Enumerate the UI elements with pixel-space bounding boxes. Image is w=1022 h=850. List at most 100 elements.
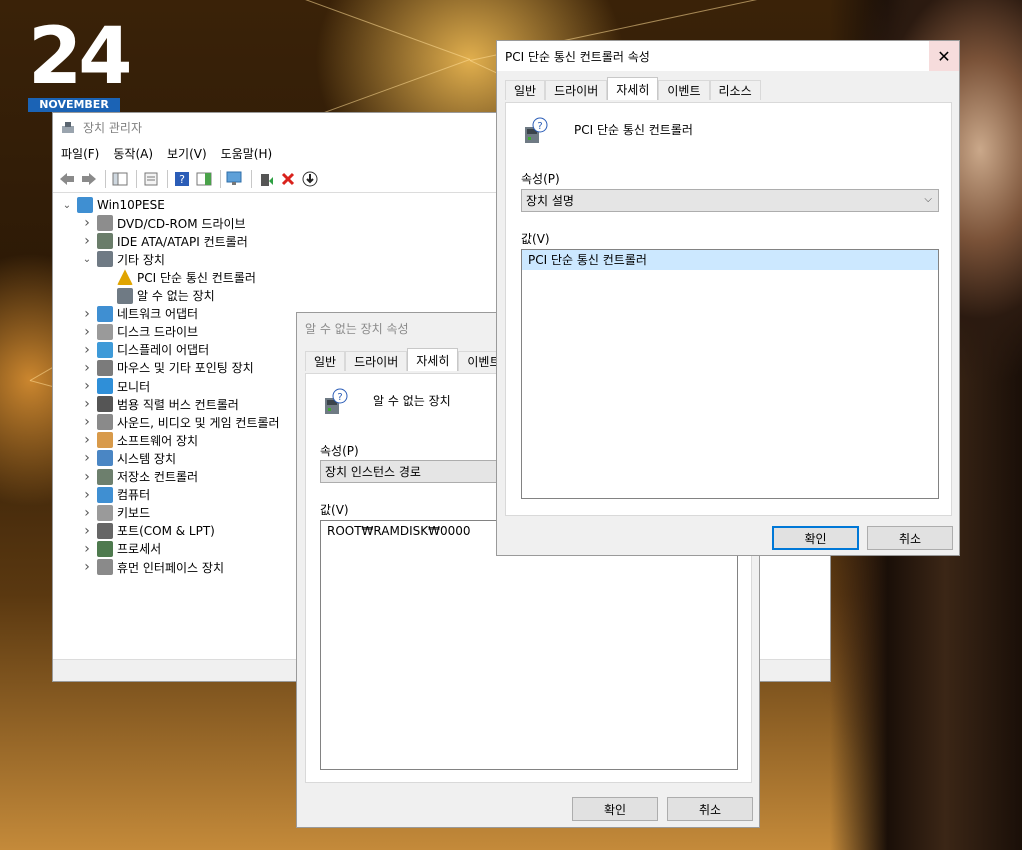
- tree-device[interactable]: PCI 단순 통신 컨트롤러: [101, 268, 256, 286]
- tab-1[interactable]: 드라이버: [545, 80, 608, 100]
- date-month: NOVEMBER: [28, 98, 120, 112]
- svg-text:?: ?: [179, 173, 185, 186]
- tree-label: 소프트웨어 장치: [117, 433, 199, 448]
- tree-label: 사운드, 비디오 및 게임 컨트롤러: [117, 415, 280, 430]
- menu-item[interactable]: 동작(A): [113, 145, 153, 162]
- property-label: 속성(P): [521, 172, 560, 186]
- action-pane-icon[interactable]: [194, 169, 214, 189]
- tab-2[interactable]: 자세히: [407, 348, 459, 371]
- tree-category[interactable]: › 저장소 컨트롤러: [81, 468, 198, 486]
- chevron-right-icon[interactable]: ›: [81, 505, 93, 521]
- dialog-title: PCI 단순 통신 컨트롤러 속성: [505, 49, 650, 64]
- tree-label: 네트워크 어댑터: [117, 307, 199, 322]
- tab-3[interactable]: 이벤트: [658, 80, 710, 100]
- toolbar-separator: [136, 169, 137, 188]
- tree-category[interactable]: › 마우스 및 기타 포인팅 장치: [81, 359, 254, 377]
- value-item[interactable]: PCI 단순 통신 컨트롤러: [522, 250, 938, 270]
- chevron-down-icon: ⌵: [924, 194, 932, 205]
- speaker-icon: [97, 414, 113, 431]
- tree-category[interactable]: › 휴먼 인터페이스 장치: [81, 558, 224, 576]
- show-hide-console-tree-icon[interactable]: [110, 169, 130, 189]
- chevron-right-icon[interactable]: ›: [81, 342, 93, 358]
- update-driver-icon[interactable]: [256, 169, 276, 189]
- tree-category[interactable]: › DVD/CD-ROM 드라이브: [81, 214, 246, 232]
- tree-category[interactable]: › 범용 직렬 버스 컨트롤러: [81, 395, 239, 413]
- processor-icon: [97, 540, 113, 557]
- forward-icon[interactable]: [79, 169, 99, 189]
- cancel-button[interactable]: 취소: [667, 797, 753, 821]
- chevron-right-icon[interactable]: ›: [81, 450, 93, 466]
- unknown-device-icon: [97, 251, 113, 268]
- menu-item[interactable]: 파일(F): [61, 145, 99, 162]
- value-label: 값(V): [320, 503, 349, 517]
- tree-label: 키보드: [117, 506, 151, 521]
- chevron-right-icon[interactable]: ›: [81, 324, 93, 340]
- tree-category[interactable]: › 포트(COM & LPT): [81, 522, 215, 540]
- tab-1[interactable]: 드라이버: [345, 351, 408, 371]
- close-button[interactable]: ✕: [929, 41, 959, 71]
- tree-category[interactable]: › 시스템 장치: [81, 449, 176, 467]
- tree-device[interactable]: 알 수 없는 장치: [101, 287, 215, 305]
- dialog-title: 알 수 없는 장치 속성: [305, 321, 409, 336]
- tree-category[interactable]: › 컴퓨터: [81, 486, 150, 504]
- property-value: 장치 인스턴스 경로: [325, 465, 421, 479]
- tree-category[interactable]: › 디스플레이 어댑터: [81, 341, 209, 359]
- uninstall-device-icon[interactable]: [278, 169, 298, 189]
- close-icon: ✕: [937, 46, 951, 66]
- toolbar-separator: [220, 169, 221, 188]
- ok-button[interactable]: 확인: [772, 526, 859, 550]
- tree-root[interactable]: ⌄ Win10PESE: [61, 196, 165, 214]
- system-device-icon: [97, 450, 113, 467]
- dialog-titlebar[interactable]: PCI 단순 통신 컨트롤러 속성: [497, 41, 959, 71]
- chevron-right-icon[interactable]: ›: [81, 414, 93, 430]
- chevron-right-icon[interactable]: ›: [81, 432, 93, 448]
- network-adapter-icon: [97, 305, 113, 322]
- tree-category[interactable]: › 모니터: [81, 377, 150, 395]
- chevron-down-icon[interactable]: ⌄: [81, 254, 93, 265]
- tab-2[interactable]: 자세히: [607, 77, 659, 100]
- chevron-right-icon[interactable]: ›: [81, 523, 93, 539]
- property-dropdown[interactable]: 장치 설명 ⌵: [521, 189, 939, 212]
- tree-label: 디스크 드라이브: [117, 325, 199, 340]
- chevron-right-icon[interactable]: ›: [81, 215, 93, 231]
- ok-button[interactable]: 확인: [572, 797, 658, 821]
- chevron-right-icon[interactable]: ›: [81, 559, 93, 575]
- menu-item[interactable]: 보기(V): [167, 145, 207, 162]
- tree-category[interactable]: › 키보드: [81, 504, 150, 522]
- back-icon[interactable]: [57, 169, 77, 189]
- chevron-right-icon[interactable]: ›: [81, 541, 93, 557]
- properties-icon[interactable]: [141, 169, 161, 189]
- tree-category[interactable]: › 프로세서: [81, 540, 161, 558]
- light-ray: [282, 0, 471, 60]
- tree-category[interactable]: › 사운드, 비디오 및 게임 컨트롤러: [81, 413, 280, 431]
- date-day: 24: [28, 12, 133, 102]
- window-title: 장치 관리자: [83, 120, 143, 135]
- chevron-right-icon[interactable]: ›: [81, 469, 93, 485]
- chevron-right-icon[interactable]: ›: [81, 360, 93, 376]
- chevron-right-icon[interactable]: ›: [81, 378, 93, 394]
- value-listbox[interactable]: ROOT₩RAMDISK₩0000: [320, 520, 738, 770]
- display-adapter-icon: [97, 341, 113, 358]
- chevron-right-icon[interactable]: ›: [81, 233, 93, 249]
- port-icon: [97, 522, 113, 539]
- unknown-device-icon: [117, 287, 133, 304]
- tab-0[interactable]: 일반: [505, 80, 546, 100]
- tab-4[interactable]: 리소스: [709, 80, 761, 100]
- enable-device-icon[interactable]: [300, 169, 320, 189]
- tree-category[interactable]: › 디스크 드라이브: [81, 323, 198, 341]
- value-listbox[interactable]: PCI 단순 통신 컨트롤러: [521, 249, 939, 499]
- toolbar-separator: [167, 169, 168, 188]
- cancel-button[interactable]: 취소: [867, 526, 953, 550]
- tree-category[interactable]: › 소프트웨어 장치: [81, 431, 198, 449]
- tab-0[interactable]: 일반: [305, 351, 346, 371]
- help-icon[interactable]: ?: [172, 169, 192, 189]
- scan-hardware-icon[interactable]: [225, 169, 245, 189]
- tree-category[interactable]: › IDE ATA/ATAPI 컨트롤러: [81, 232, 248, 250]
- chevron-down-icon[interactable]: ⌄: [61, 200, 73, 211]
- chevron-right-icon[interactable]: ›: [81, 396, 93, 412]
- tree-category[interactable]: › 네트워크 어댑터: [81, 305, 198, 323]
- menu-item[interactable]: 도움말(H): [221, 145, 273, 162]
- tree-category[interactable]: ⌄ 기타 장치: [81, 250, 165, 268]
- chevron-right-icon[interactable]: ›: [81, 306, 93, 322]
- chevron-right-icon[interactable]: ›: [81, 487, 93, 503]
